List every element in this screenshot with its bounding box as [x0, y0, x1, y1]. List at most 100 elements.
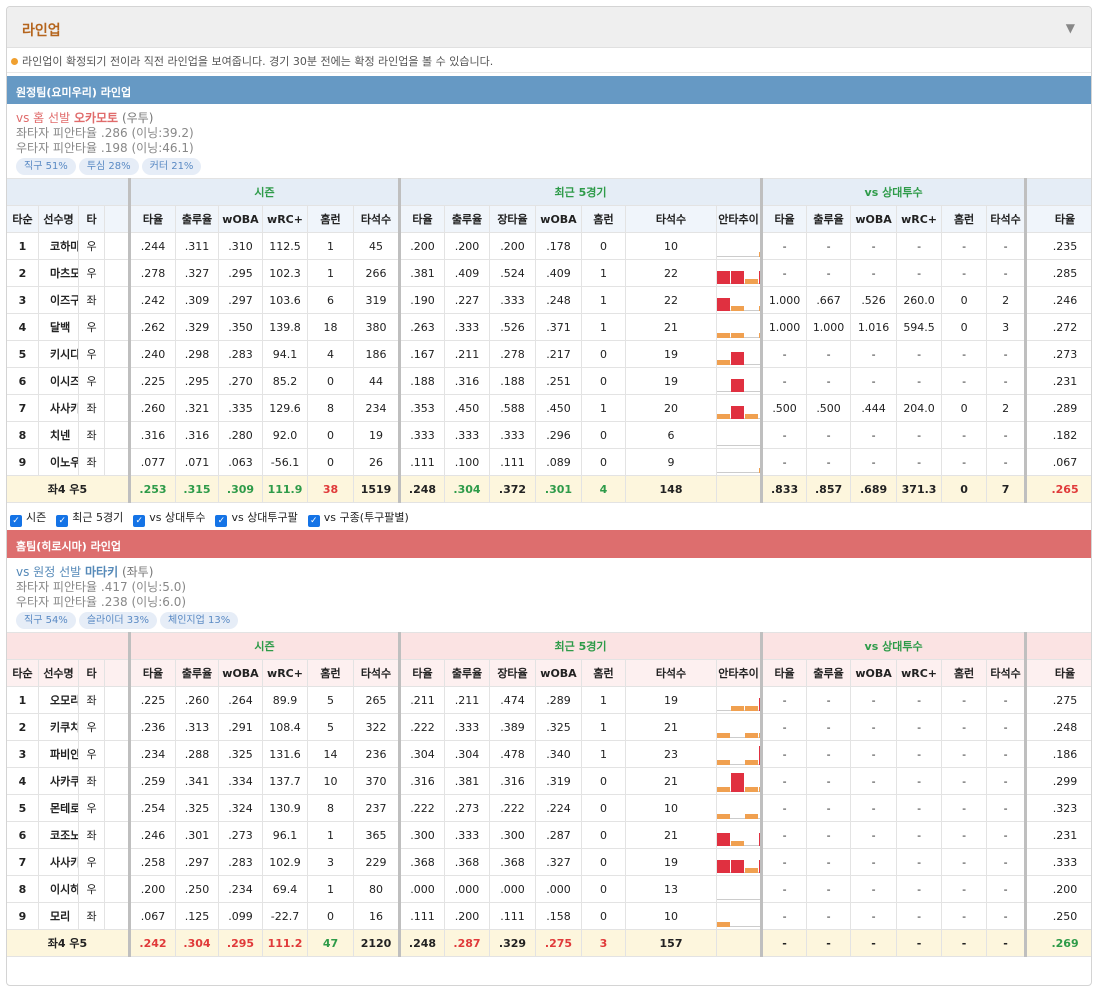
player-name[interactable]: 사사키: [38, 848, 79, 876]
filter-checkbox[interactable]: ✓ vs 상대투수: [133, 509, 205, 527]
player-name[interactable]: 이즈구치: [38, 286, 79, 314]
col-vs-stat[interactable]: wRC+: [896, 205, 943, 233]
extra-stat-cell: .248: [1024, 713, 1091, 741]
col-recent-stat[interactable]: wOBA: [535, 205, 582, 233]
col-recent-stat[interactable]: 출루율: [444, 205, 490, 233]
recent-stat-cell: 1: [581, 713, 626, 741]
recent-stat-cell: .368: [398, 848, 445, 876]
player-name[interactable]: 사사키: [38, 394, 79, 422]
player-name[interactable]: 코조노: [38, 821, 79, 849]
player-name[interactable]: 달백: [38, 313, 79, 341]
sparkline-bar: [745, 814, 758, 819]
col-recent-stat[interactable]: wOBA: [535, 659, 582, 687]
col-vs-stat[interactable]: wOBA: [850, 659, 898, 687]
col-recent-stat[interactable]: 안타추이: [715, 659, 763, 687]
player-name[interactable]: 오모리: [38, 686, 79, 714]
season-stat-cell: .316: [175, 421, 219, 449]
player-name[interactable]: 파비안: [38, 740, 79, 768]
vs-stat-cell: -: [896, 259, 943, 287]
col-vs-stat[interactable]: 타석수: [986, 205, 1027, 233]
lineup-row: 7 사사키 좌 .260.321.335 129.6 8 234.353.450.588.4…: [7, 394, 1091, 422]
player-name[interactable]: 사카쿠라: [38, 767, 79, 795]
sparkline-bar: [717, 860, 730, 873]
player-name[interactable]: 이노우에: [38, 448, 79, 476]
col-season-stat[interactable]: wRC+: [262, 205, 308, 233]
vs-stat-cell: -: [941, 686, 988, 714]
hit-trend-cell: [715, 686, 763, 714]
col-recent-stat[interactable]: 타율: [398, 205, 445, 233]
col-vs-stat[interactable]: 홈런: [941, 205, 988, 233]
recent-stat-cell: 22: [625, 286, 717, 314]
col-recent-stat[interactable]: 출루율: [444, 659, 490, 687]
col-season-stat[interactable]: 출루율: [175, 659, 219, 687]
col-vs-stat[interactable]: 출루율: [806, 205, 852, 233]
player-name[interactable]: 모리: [38, 902, 79, 930]
col-season-stat[interactable]: 타율: [128, 205, 176, 233]
summary-recent-cell: 3: [581, 929, 626, 957]
filter-checkbox[interactable]: ✓ 최근 5경기: [56, 509, 123, 527]
checkbox-checked-icon[interactable]: ✓: [10, 515, 22, 527]
filter-checkbox[interactable]: ✓ vs 구종(투구팔별): [307, 509, 409, 527]
checkbox-checked-icon[interactable]: ✓: [307, 515, 320, 527]
col-vs-stat[interactable]: 출루율: [806, 659, 852, 687]
filter-checkbox[interactable]: ✓ vs 상대투구팔: [215, 509, 298, 527]
collapse-chevron-icon[interactable]: ▼: [1066, 21, 1075, 35]
season-stat-cell: 80: [353, 875, 400, 903]
checkbox-checked-icon[interactable]: ✓: [133, 515, 146, 527]
hit-trend-sparkline: [717, 262, 761, 284]
col-recent-stat[interactable]: 안타추이: [715, 205, 763, 233]
home-pitcher-name[interactable]: 마타키: [85, 565, 118, 579]
vs-stat-cell: 594.5: [896, 313, 943, 341]
recent-stat-cell: .211: [444, 340, 490, 368]
player-name[interactable]: 이시즈카: [38, 367, 79, 395]
checkbox-checked-icon[interactable]: ✓: [215, 515, 228, 527]
col-season-stat[interactable]: 홈런: [307, 659, 354, 687]
col-season-stat[interactable]: 타석수: [353, 659, 400, 687]
col-vs-stat[interactable]: 타율: [760, 205, 808, 233]
away-pitcher-name[interactable]: 오카모토: [74, 111, 118, 125]
col-recent-stat[interactable]: 장타율: [489, 659, 536, 687]
col-vs-stat[interactable]: 타석수: [986, 659, 1027, 687]
col-vs-stat[interactable]: wRC+: [896, 659, 943, 687]
col-extra-stat[interactable]: 타율: [1024, 659, 1091, 687]
col-recent-stat[interactable]: 타율: [398, 659, 445, 687]
vs-stat-cell: -: [806, 448, 852, 476]
season-stat-cell: .313: [175, 713, 219, 741]
player-name[interactable]: 치넨: [38, 421, 79, 449]
col-recent-stat[interactable]: 홈런: [581, 659, 626, 687]
col-vs-stat[interactable]: 홈런: [941, 659, 988, 687]
filter-checkbox[interactable]: ✓ 시즌: [10, 509, 46, 527]
panel-header[interactable]: 라인업 ▼: [7, 7, 1091, 48]
season-stat-cell: 229: [353, 848, 400, 876]
col-recent-stat[interactable]: 장타율: [489, 205, 536, 233]
col-season-stat[interactable]: 타율: [128, 659, 176, 687]
col-season-stat[interactable]: 홈런: [307, 205, 354, 233]
player-name[interactable]: 키쿠치: [38, 713, 79, 741]
col-recent-stat[interactable]: 타석수: [625, 659, 717, 687]
vs-stat-cell: -: [941, 848, 988, 876]
player-name[interactable]: 키시다: [38, 340, 79, 368]
checkbox-checked-icon[interactable]: ✓: [56, 515, 69, 527]
summary-season-cell: 1519: [353, 475, 400, 503]
col-extra-stat[interactable]: 타율: [1024, 205, 1091, 233]
player-name[interactable]: 이시하라: [38, 875, 79, 903]
col-season-stat[interactable]: wOBA: [218, 659, 263, 687]
vs-stat-cell: -: [941, 902, 988, 930]
player-name[interactable]: 몬테로: [38, 794, 79, 822]
col-season-stat[interactable]: 출루율: [175, 205, 219, 233]
col-recent-stat[interactable]: 홈런: [581, 205, 626, 233]
recent-stat-cell: 6: [625, 421, 717, 449]
col-vs-stat[interactable]: 타율: [760, 659, 808, 687]
col-vs-stat[interactable]: wOBA: [850, 205, 898, 233]
vs-stat-cell: -: [986, 713, 1027, 741]
col-season-stat[interactable]: wRC+: [262, 659, 308, 687]
vs-stat-cell: -: [806, 740, 852, 768]
col-season-stat[interactable]: 타석수: [353, 205, 400, 233]
lineup-notice: 라인업이 확정되기 전이라 직전 라인업을 보여줍니다. 경기 30분 전에는 …: [7, 48, 1091, 73]
player-name[interactable]: 코하마: [38, 232, 79, 260]
recent-stat-cell: .200: [489, 232, 536, 260]
player-name[interactable]: 마츠모토: [38, 259, 79, 287]
col-recent-stat[interactable]: 타석수: [625, 205, 717, 233]
summary-vs-cell: -: [760, 929, 808, 957]
col-season-stat[interactable]: wOBA: [218, 205, 263, 233]
